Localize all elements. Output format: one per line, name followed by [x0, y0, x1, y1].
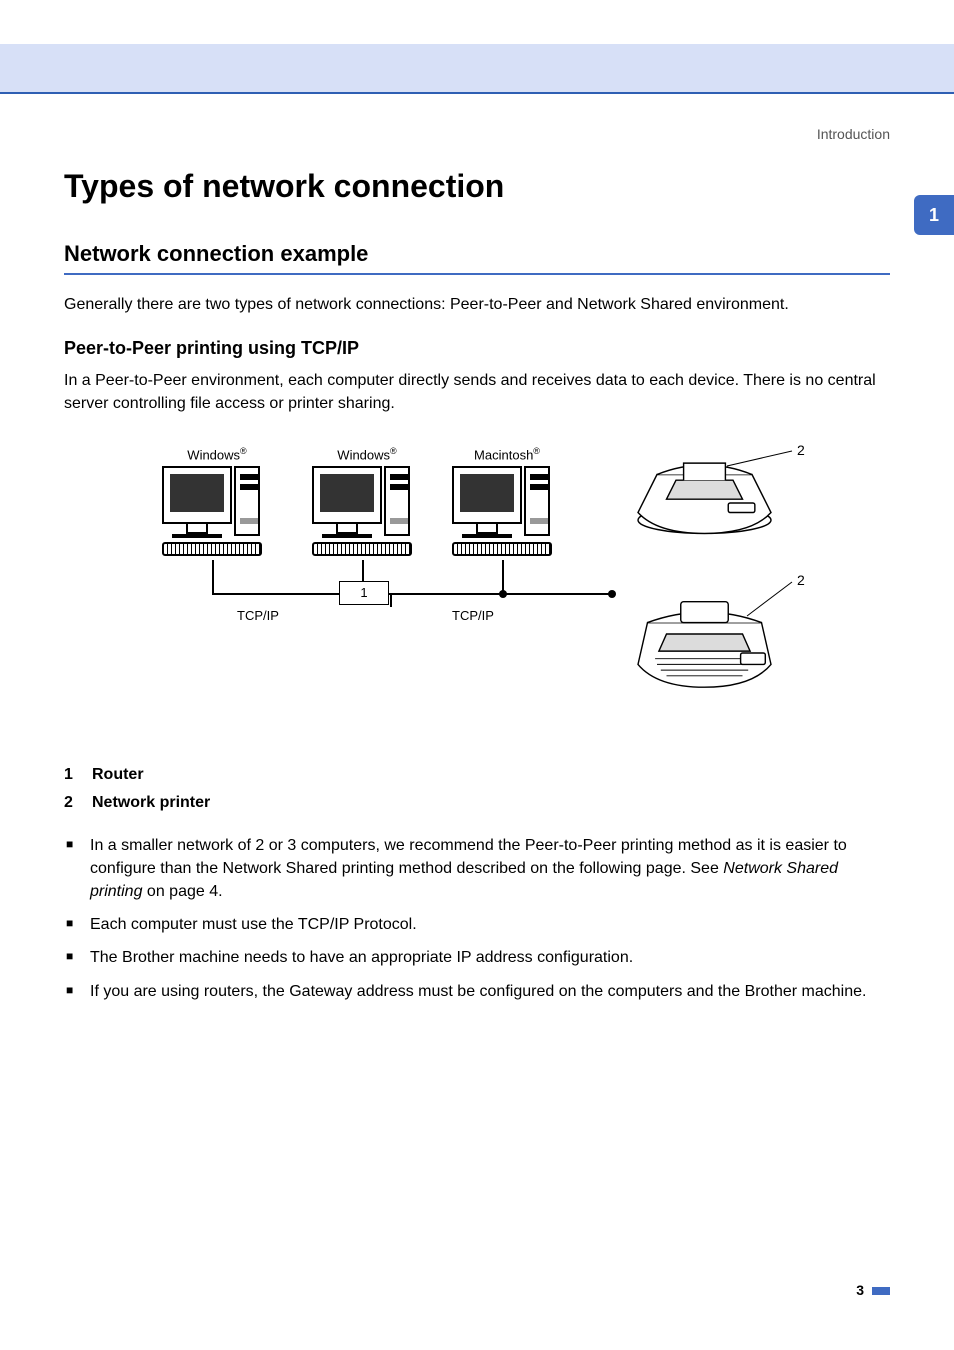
section-heading: Network connection example	[64, 241, 890, 275]
legend-num-2: 2	[64, 794, 78, 812]
page-title: Types of network connection	[64, 168, 890, 205]
reg-mark: ®	[240, 446, 247, 456]
printer-1	[627, 446, 782, 541]
network-diagram: Windows® Windows® Macintosh®	[152, 436, 802, 736]
p2p-paragraph: In a Peer-to-Peer environment, each comp…	[64, 369, 890, 415]
bullet-1: In a smaller network of 2 or 3 computers…	[66, 834, 890, 904]
printer-1-callout: 2	[797, 442, 805, 458]
computer-1: Windows®	[162, 466, 272, 556]
computer-2-label: Windows	[337, 447, 390, 462]
router-box: 1	[339, 581, 389, 605]
chapter-tab: 1	[914, 195, 954, 235]
tcpip-label-right: TCP/IP	[452, 608, 494, 623]
computer-2: Windows®	[312, 466, 422, 556]
tcpip-label-left: TCP/IP	[237, 608, 279, 623]
bullet-4: If you are using routers, the Gateway ad…	[66, 980, 890, 1003]
header-band	[0, 0, 954, 94]
bullet-3: The Brother machine needs to have an app…	[66, 946, 890, 969]
section-label: Introduction	[817, 126, 890, 142]
printer-2-callout: 2	[797, 572, 805, 588]
computer-1-label: Windows	[187, 447, 240, 462]
diagram-legend: 1 Router 2 Network printer	[64, 766, 890, 812]
legend-label-1: Router	[92, 766, 144, 784]
page-number: 3	[856, 1282, 890, 1298]
reg-mark: ®	[533, 446, 540, 456]
computer-3: Macintosh®	[452, 466, 562, 556]
bullet-1-text-b: on page 4.	[142, 883, 222, 900]
printer-2	[627, 596, 782, 691]
content-area: Types of network connection Network conn…	[64, 168, 890, 1013]
bullet-list: In a smaller network of 2 or 3 computers…	[64, 834, 890, 1003]
subsection-heading: Peer-to-Peer printing using TCP/IP	[64, 338, 890, 359]
reg-mark: ®	[390, 446, 397, 456]
legend-label-2: Network printer	[92, 794, 210, 812]
computer-3-label: Macintosh	[474, 447, 533, 462]
intro-paragraph: Generally there are two types of network…	[64, 293, 890, 316]
bullet-2: Each computer must use the TCP/IP Protoc…	[66, 913, 890, 936]
legend-num-1: 1	[64, 766, 78, 784]
